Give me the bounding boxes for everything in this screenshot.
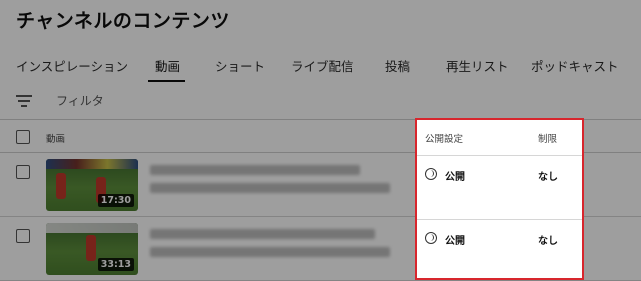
tab-posts[interactable]: 投稿 <box>385 56 410 75</box>
visibility-value[interactable]: 公開 <box>445 168 465 183</box>
visibility-restrictions-highlight: 公開設定 制限 公開 なし 公開 なし <box>415 118 584 280</box>
tab-playlists[interactable]: 再生リスト <box>446 56 509 75</box>
row-checkbox[interactable] <box>16 229 30 243</box>
tab-bar: インスピレーション 動画 ショート ライブ配信 投稿 再生リスト ポッドキャスト <box>0 50 641 82</box>
tab-live[interactable]: ライブ配信 <box>291 56 354 75</box>
column-header-visibility: 公開設定 <box>425 134 464 145</box>
video-thumbnail[interactable]: 17:30 <box>46 159 138 211</box>
tab-inspiration[interactable]: インスピレーション <box>16 56 128 75</box>
filter-bar[interactable]: フィルタ <box>0 88 641 114</box>
filter-input[interactable]: フィルタ <box>56 92 104 109</box>
restrictions-value: なし <box>538 236 558 247</box>
tab-videos[interactable]: 動画 <box>155 56 180 75</box>
filter-icon[interactable] <box>16 95 32 107</box>
globe-icon <box>425 232 437 244</box>
video-title-redacted <box>150 229 375 239</box>
video-duration: 33:13 <box>97 258 134 271</box>
video-description-redacted <box>150 183 390 193</box>
visibility-value[interactable]: 公開 <box>445 232 465 247</box>
column-header-video: 動画 <box>46 134 66 145</box>
column-header-restrictions: 制限 <box>538 134 558 145</box>
tab-shorts[interactable]: ショート <box>215 56 265 75</box>
video-description-redacted <box>150 247 390 257</box>
restrictions-value: なし <box>538 172 558 183</box>
active-tab-indicator <box>148 80 185 82</box>
row-checkbox[interactable] <box>16 165 30 179</box>
globe-icon <box>425 168 437 180</box>
select-all-checkbox[interactable] <box>16 130 30 144</box>
video-duration: 17:30 <box>97 194 134 207</box>
video-title-redacted <box>150 165 360 175</box>
tab-podcasts[interactable]: ポッドキャスト <box>531 56 619 75</box>
page-title: チャンネルのコンテンツ <box>16 10 230 32</box>
video-thumbnail[interactable]: 33:13 <box>46 223 138 275</box>
